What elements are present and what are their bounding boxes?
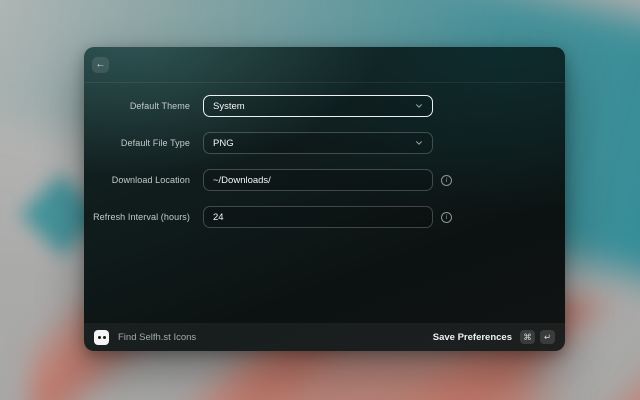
desktop-wallpaper: ← Default Theme System Default File Type…: [0, 0, 640, 400]
action-bar: Find Selfh.st Icons Save Preferences ⌘ ↵: [84, 322, 565, 351]
back-arrow-icon: ←: [95, 58, 106, 70]
field-row-refresh-interval: Refresh Interval (hours) i: [84, 206, 565, 228]
default-file-type-dropdown[interactable]: PNG: [203, 132, 433, 154]
field-label: Download Location: [111, 175, 190, 185]
dropdown-value: System: [213, 100, 245, 112]
command-title: Find Selfh.st Icons: [118, 331, 197, 343]
dropdown-value: PNG: [213, 137, 234, 149]
field-label: Default File Type: [120, 138, 190, 148]
default-theme-dropdown[interactable]: System: [203, 95, 433, 117]
download-location-input[interactable]: [203, 169, 433, 191]
back-button[interactable]: ←: [92, 56, 109, 73]
preferences-form: Default Theme System Default File Type P…: [84, 83, 565, 228]
field-label: Refresh Interval (hours): [93, 212, 190, 222]
info-icon[interactable]: i: [441, 174, 452, 186]
logo-dot: [97, 335, 101, 339]
chevron-down-icon: [415, 139, 423, 147]
window-header: ←: [84, 47, 565, 83]
chevron-down-icon: [415, 102, 423, 110]
field-row-default-file-type: Default File Type PNG: [84, 132, 565, 154]
field-label: Default Theme: [129, 101, 190, 111]
command-key-icon: ⌘: [520, 330, 535, 344]
preferences-window: ← Default Theme System Default File Type…: [84, 47, 565, 351]
primary-action: Save Preferences ⌘ ↵: [433, 330, 555, 344]
info-icon[interactable]: i: [441, 211, 452, 223]
selfhst-icons-logo-icon: [94, 329, 109, 345]
save-preferences-button[interactable]: Save Preferences: [433, 332, 512, 343]
refresh-interval-input[interactable]: [203, 206, 433, 228]
return-key-icon: ↵: [540, 330, 555, 344]
logo-dot: [102, 335, 106, 339]
field-row-default-theme: Default Theme System: [84, 95, 565, 117]
field-row-download-location: Download Location i: [84, 169, 565, 191]
